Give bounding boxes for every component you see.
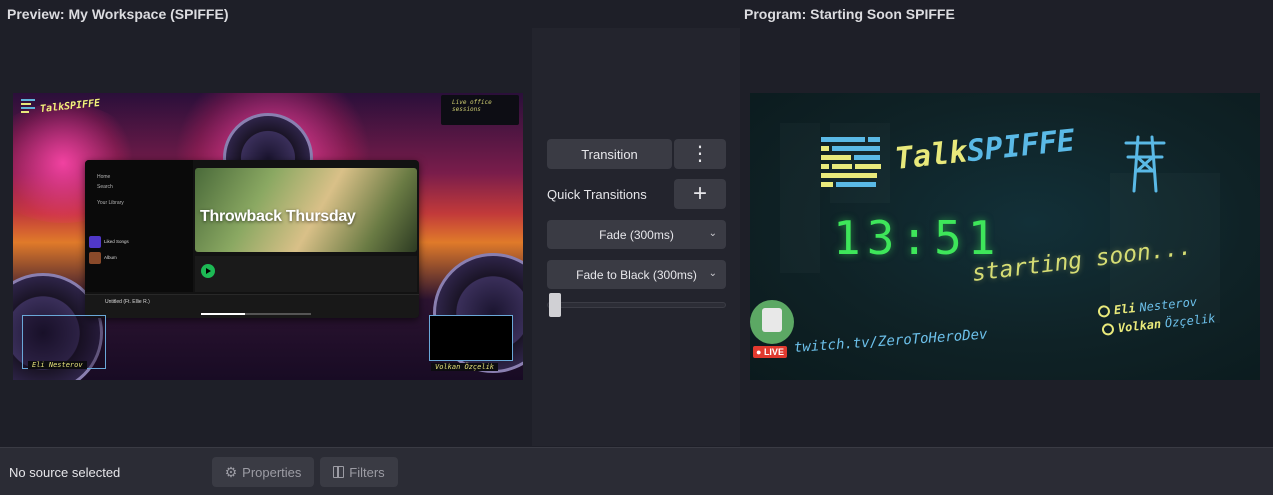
speaker-icon — [1101, 322, 1115, 336]
live-badge-label: LIVE — [763, 347, 784, 357]
spire-tower-icon — [1124, 135, 1166, 193]
spotify-sidebar: Home Search Your Library Liked Songs Alb… — [85, 160, 193, 292]
no-source-label: No source selected — [9, 465, 121, 480]
filters-label: Filters — [349, 464, 385, 480]
preview-talkspiffe-logo: TalkSPIFFE — [21, 97, 101, 115]
speaker-icon — [1097, 304, 1111, 318]
spotify-list-item: Album — [85, 250, 193, 266]
transition-tbar-slider[interactable] — [547, 302, 726, 308]
fade-to-black-button[interactable]: Fade to Black (300ms) ⌄ — [547, 260, 726, 289]
more-options-icon[interactable]: ⋮ — [674, 139, 726, 169]
add-icon[interactable]: + — [674, 179, 726, 209]
live-badge: ● LIVE — [753, 346, 787, 358]
chevron-down-icon: ⌄ — [708, 268, 717, 279]
gear-icon: ⚙ — [224, 463, 238, 480]
preview-title: Preview: My Workspace (SPIFFE) — [7, 6, 229, 22]
preview-corner-logo: Live office sessions — [441, 95, 519, 125]
spotify-item-label: Liked Songs — [104, 239, 129, 244]
spotify-hero-banner: Throwback Thursday — [195, 168, 417, 252]
filters-button[interactable]: Filters — [320, 457, 398, 487]
spotify-window: Home Search Your Library Liked Songs Alb… — [85, 160, 419, 318]
preview-name-label-right: Volkan Özçelik — [431, 363, 499, 371]
properties-button[interactable]: ⚙ Properties — [212, 457, 314, 487]
preview-canvas[interactable]: TalkSPIFFE Live office sessions Home Sea… — [13, 93, 523, 380]
filter-icon — [333, 466, 345, 478]
spotify-list-item: Liked Songs — [85, 234, 193, 250]
preview-logo-text: TalkSPIFFE — [39, 97, 101, 115]
program-clock: 13:51 — [833, 211, 1002, 265]
spotify-controls — [195, 256, 417, 292]
spotify-item-label: Album — [104, 255, 117, 260]
spotify-player-bar: Untitled (Ft. Ellie R.) — [85, 294, 419, 318]
heart-thumb-icon — [89, 236, 101, 248]
talkspiffe-bars-icon — [821, 137, 881, 187]
program-bg-shape — [780, 123, 820, 273]
preview-name-label-left: Eli Nesterov — [28, 361, 87, 369]
preview-corner-logo-text: Live office sessions — [452, 99, 492, 113]
program-twitch-url: twitch.tv/ZeroToHeroDev — [793, 326, 988, 356]
album-thumb-icon — [89, 252, 101, 264]
speaker-first-name: Volkan — [1117, 316, 1162, 336]
fade-transition-button[interactable]: Fade (300ms) ⌄ — [547, 220, 726, 249]
quick-transitions-label: Quick Transitions — [547, 187, 647, 202]
spotify-library: Your Library — [97, 200, 124, 206]
source-toolbar: No source selected ⚙ Properties Filters — [0, 447, 1273, 495]
properties-label: Properties — [242, 464, 302, 480]
spotify-nav-home: Home — [97, 174, 111, 180]
talkspiffe-bars-icon — [21, 99, 35, 113]
speaker-first-name: Eli — [1113, 301, 1137, 318]
program-title: Program: Starting Soon SPIFFE — [744, 6, 955, 22]
program-talk-part1: Talk — [893, 134, 969, 177]
program-talk-part2: SPIFFE — [965, 123, 1077, 170]
program-canvas[interactable]: TalkSPIFFE 13:51 starting soon... ● LIVE… — [750, 93, 1260, 380]
chevron-down-icon: ⌄ — [708, 228, 717, 239]
fade-to-black-label: Fade to Black (300ms) — [576, 267, 697, 282]
fade-transition-label: Fade (300ms) — [599, 227, 674, 242]
spotify-progress — [201, 313, 311, 315]
spotify-nav-search: Search — [97, 184, 113, 190]
spotify-now-playing: Untitled (Ft. Ellie R.) — [105, 299, 150, 305]
tbar-handle[interactable] — [549, 293, 561, 317]
transition-button[interactable]: Transition — [547, 139, 672, 169]
spotify-hero-title: Throwback Thursday — [200, 208, 356, 225]
play-icon — [201, 264, 215, 278]
preview-camera-right — [429, 315, 513, 361]
program-talkspiffe-title: TalkSPIFFE — [893, 123, 1076, 177]
host-avatar — [750, 300, 794, 344]
